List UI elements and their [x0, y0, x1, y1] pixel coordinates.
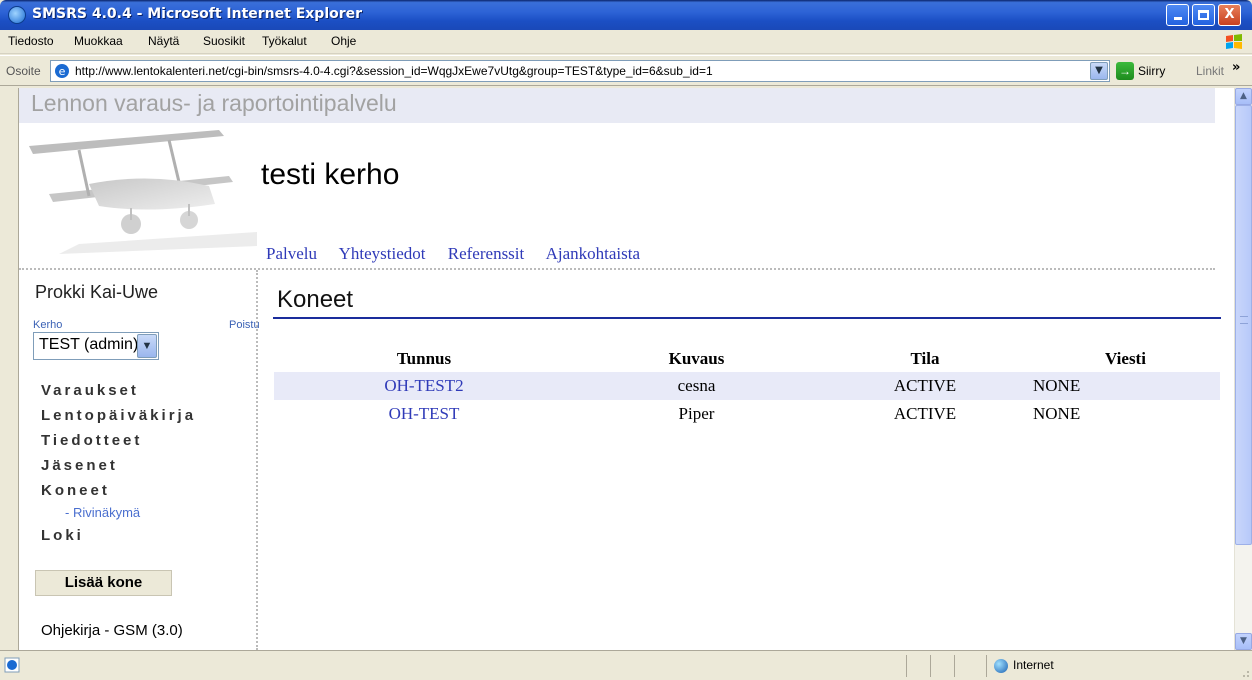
aircraft-status: ACTIVE [819, 372, 1031, 400]
maximize-icon [1198, 10, 1209, 20]
site-title-bar: Lennon varaus- ja raportointipalvelu [19, 88, 1215, 123]
aircraft-message: NONE [1033, 404, 1081, 423]
menu-help[interactable]: Ohje [331, 34, 356, 48]
aircraft-table: Tunnus Kuvaus Tila Viesti OH-TEST2 cesna… [274, 346, 1220, 428]
title-bar: SMSRS 4.0.4 - Microsoft Internet Explore… [0, 0, 1252, 30]
add-aircraft-button[interactable]: Lisää kone [35, 570, 172, 596]
status-pane [986, 655, 987, 677]
close-button[interactable]: X [1218, 4, 1241, 26]
address-label: Osoite [6, 64, 41, 78]
club-select-value: TEST (admin) [39, 336, 139, 353]
address-dropdown-icon[interactable]: ▼ [1090, 62, 1108, 80]
scroll-down-icon[interactable]: ▼ [1235, 633, 1252, 650]
header-divider [19, 268, 1215, 270]
links-label[interactable]: Linkit [1196, 64, 1224, 78]
browser-window: SMSRS 4.0.4 - Microsoft Internet Explore… [0, 0, 1252, 680]
page-viewport: Lennon varaus- ja raportointipalvelu tes… [18, 88, 1234, 650]
sidebar-item-varaukset[interactable]: Varaukset [41, 378, 196, 403]
menu-file[interactable]: Tiedosto [8, 34, 54, 48]
sidebar-item-tiedotteet[interactable]: Tiedotteet [41, 428, 196, 453]
aircraft-description: Piper [678, 404, 715, 423]
page-title: Koneet [277, 286, 354, 313]
sidebar-item-jasenet[interactable]: Jäsenet [41, 453, 196, 478]
window-title: SMSRS 4.0.4 - Microsoft Internet Explore… [32, 6, 363, 22]
minimize-icon [1173, 17, 1182, 20]
page-icon: e [55, 64, 69, 78]
nav-link-ajankohtaista[interactable]: Ajankohtaista [546, 244, 640, 263]
globe-icon [994, 658, 1008, 673]
menu-edit[interactable]: Muokkaa [74, 34, 123, 48]
heading-rule [273, 317, 1221, 319]
menu-tools[interactable]: Työkalut [262, 34, 307, 48]
sidebar-subitem-rivinakyma[interactable]: - Rivinäkymä [41, 503, 196, 523]
minimize-button[interactable] [1166, 4, 1189, 26]
club-select[interactable]: TEST (admin) ▼ [33, 332, 159, 360]
links-chevron-icon[interactable]: » [1232, 60, 1240, 75]
address-url: http://www.lentokalenteri.net/cgi-bin/sm… [75, 64, 713, 78]
status-pane [930, 655, 931, 677]
nav-link-palvelu[interactable]: Palvelu [266, 244, 317, 263]
club-label: Kerho [33, 319, 63, 331]
biplane-logo [29, 130, 257, 254]
column-header-kuvaus: Kuvaus [668, 349, 725, 368]
close-icon: X [1224, 7, 1235, 22]
zone-label: Internet [1013, 658, 1054, 672]
column-header-tila: Tila [910, 349, 940, 368]
aircraft-id-link[interactable]: OH-TEST2 [274, 372, 574, 400]
user-name: Prokki Kai-Uwe [35, 282, 159, 302]
menu-bar: Tiedosto Muokkaa Näytä Suosikit Työkalut… [0, 30, 1252, 54]
ie-icon [8, 6, 26, 24]
help-link[interactable]: Ohjekirja - GSM (3.0) [41, 622, 183, 639]
scroll-up-icon[interactable]: ▲ [1235, 88, 1252, 105]
go-label: Siirry [1138, 64, 1166, 78]
aircraft-description: cesna [574, 372, 819, 400]
status-bar: Internet [0, 650, 1252, 680]
grip-icon [1240, 316, 1248, 324]
address-bar: Osoite e http://www.lentokalenteri.net/c… [0, 55, 1252, 86]
scroll-thumb[interactable] [1235, 105, 1252, 545]
sidebar-nav: Varaukset Lentopäiväkirja Tiedotteet Jäs… [41, 378, 196, 548]
windows-logo-icon [1226, 34, 1242, 49]
club-name: testi kerho [261, 158, 400, 191]
resize-grip-icon[interactable] [1238, 666, 1250, 678]
sidebar-item-loki[interactable]: Loki [41, 523, 196, 548]
aircraft-message: NONE [1031, 372, 1220, 400]
logout-link[interactable]: Poistu [229, 319, 260, 331]
go-button[interactable]: → Siirry [1116, 62, 1180, 82]
svg-text:e: e [59, 65, 66, 78]
security-zone: Internet [994, 658, 1054, 673]
sidebar-item-lentopaivakirja[interactable]: Lentopäiväkirja [41, 403, 196, 428]
aircraft-status: ACTIVE [893, 404, 957, 423]
table-header-row: Tunnus Kuvaus Tila Viesti [274, 346, 1220, 372]
go-arrow-icon: → [1116, 62, 1134, 80]
address-input[interactable]: e http://www.lentokalenteri.net/cgi-bin/… [50, 60, 1110, 82]
column-header-viesti: Viesti [1105, 349, 1146, 368]
column-header-tunnus: Tunnus [396, 349, 452, 368]
sidebar-item-koneet[interactable]: Koneet [41, 478, 196, 503]
chevron-down-icon[interactable]: ▼ [137, 334, 157, 358]
menu-favorites[interactable]: Suosikit [203, 34, 245, 48]
menu-view[interactable]: Näytä [148, 34, 179, 48]
top-nav: Palvelu Yhteystiedot Referenssit Ajankoh… [266, 244, 658, 264]
table-row: OH-TEST Piper ACTIVE NONE [274, 400, 1220, 428]
nav-link-yhteystiedot[interactable]: Yhteystiedot [339, 244, 426, 263]
nav-link-referenssit[interactable]: Referenssit [448, 244, 524, 263]
status-pane [906, 655, 907, 677]
site-title: Lennon varaus- ja raportointipalvelu [31, 90, 397, 116]
page-status-icon [4, 657, 20, 673]
maximize-button[interactable] [1192, 4, 1215, 26]
vertical-scrollbar[interactable]: ▲ ▼ [1234, 88, 1252, 650]
aircraft-id-link[interactable]: OH-TEST [274, 400, 574, 428]
table-row: OH-TEST2 cesna ACTIVE NONE [274, 372, 1220, 400]
status-pane [954, 655, 955, 677]
